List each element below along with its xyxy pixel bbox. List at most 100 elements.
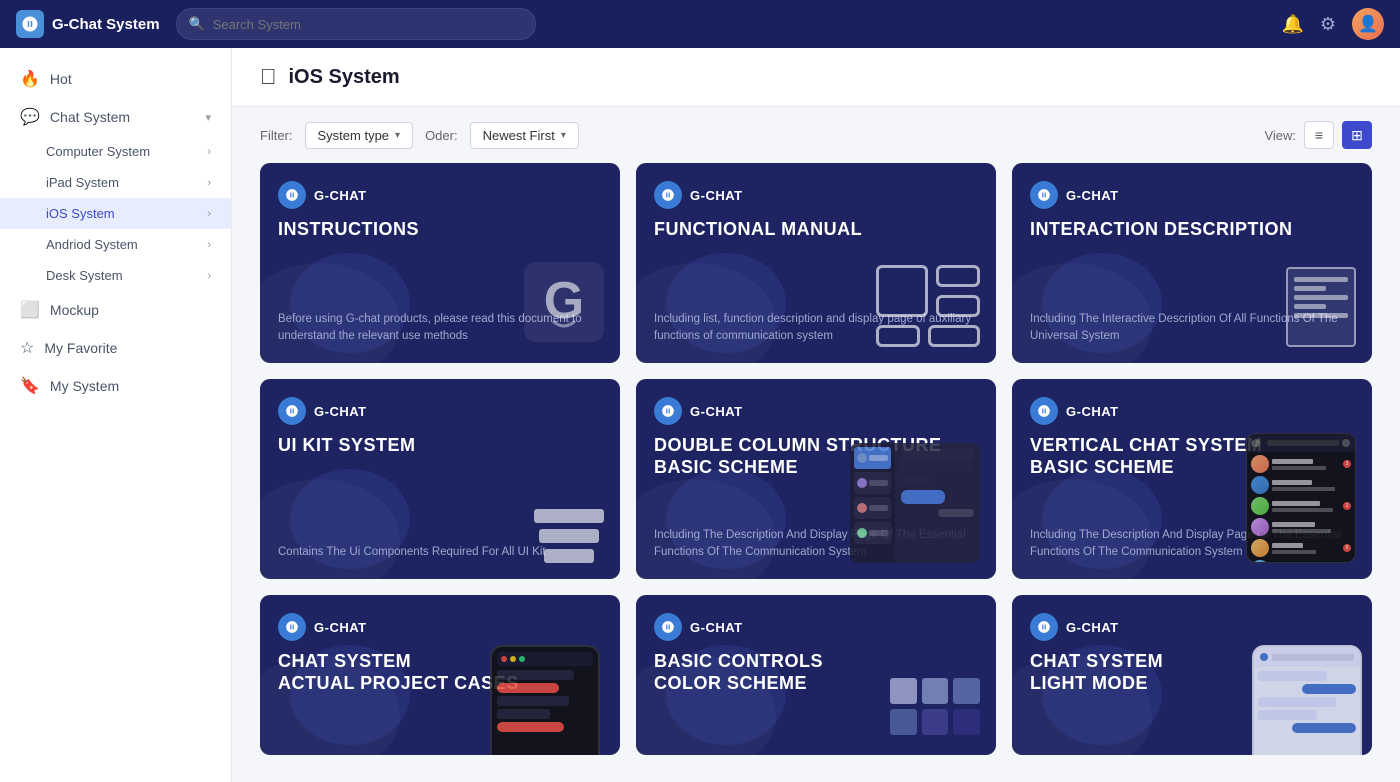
sidebar-item-my-system[interactable]: 🔖 My System: [0, 367, 231, 405]
chevron-right-icon-5: ›: [207, 270, 211, 282]
brand-icon-ui-kit: [278, 397, 306, 425]
main-content:  iOS System Filter: System type ▾ Oder:…: [232, 48, 1400, 782]
card-title-interaction: INTERACTION DESCRIPTION: [1030, 219, 1354, 241]
card-brand-double-col: G-CHAT: [654, 397, 978, 425]
brand-icon-vertical-chat: [1030, 397, 1058, 425]
card-brand-interaction: G-CHAT: [1030, 181, 1354, 209]
list-view-icon: ≡: [1315, 127, 1323, 143]
card-visual-chat-actual: [490, 645, 610, 755]
main-layout: 🔥 Hot 💬 Chat System ▾ Computer System › …: [0, 48, 1400, 782]
brand-icon-basic-controls: [654, 613, 682, 641]
favorite-icon: ☆: [20, 338, 34, 358]
card-chat-actual[interactable]: G-CHAT CHAT SYSTEM ACTUAL PROJECT CASES: [260, 595, 620, 755]
card-chat-light[interactable]: G-CHAT CHAT SYSTEM LIGHT MODE: [1012, 595, 1372, 755]
card-title-instructions: INSTRUCTIONS: [278, 219, 602, 241]
page-header:  iOS System: [232, 48, 1400, 107]
page-title: iOS System: [289, 66, 400, 89]
card-visual-chat-light: [1252, 645, 1372, 755]
card-brand-name-basic-controls: G-CHAT: [690, 620, 743, 635]
chevron-right-icon-4: ›: [207, 239, 211, 251]
chat-system-submenu: Computer System › iPad System › iOS Syst…: [0, 136, 231, 291]
grid-view-button[interactable]: ⊞: [1342, 121, 1372, 149]
mockup-icon: ⬜: [20, 300, 40, 320]
order-label: Oder:: [425, 128, 458, 143]
sidebar-item-mockup-label: Mockup: [50, 302, 99, 318]
card-brand-name-interaction: G-CHAT: [1066, 188, 1119, 203]
sidebar-item-mockup[interactable]: ⬜ Mockup: [0, 291, 231, 329]
brand-name: G-Chat System: [52, 16, 160, 33]
brand-icon-instructions: [278, 181, 306, 209]
dropdown-arrow-icon-2: ▾: [561, 130, 566, 141]
view-label: View:: [1264, 128, 1296, 143]
sidebar-item-ios-system[interactable]: iOS System ›: [0, 198, 231, 229]
card-visual-basic-controls: [890, 678, 980, 735]
top-navigation: G-Chat System 🔍 🔔 ⚙ 👤: [0, 0, 1400, 48]
card-brand-name-vertical-chat: G-CHAT: [1066, 404, 1119, 419]
cards-grid: G-CHAT INSTRUCTIONS Before using G-chat …: [232, 163, 1400, 779]
search-bar[interactable]: 🔍: [176, 8, 536, 40]
card-brand-chat-actual: G-CHAT: [278, 613, 602, 641]
card-visual-interaction: [1286, 267, 1356, 347]
sidebar-item-desk-system-label: Desk System: [46, 268, 123, 283]
nav-right-controls: 🔔 ⚙ 👤: [1281, 8, 1384, 40]
brand-icon-chat-light: [1030, 613, 1058, 641]
sidebar-item-andriod-system[interactable]: Andriod System ›: [0, 229, 231, 260]
chevron-right-icon-2: ›: [207, 177, 211, 189]
user-avatar[interactable]: 👤: [1352, 8, 1384, 40]
sidebar-item-desk-system[interactable]: Desk System ›: [0, 260, 231, 291]
brand-icon: [16, 10, 44, 38]
search-input[interactable]: [213, 17, 523, 32]
sidebar-item-my-favorite[interactable]: ☆ My Favorite: [0, 329, 231, 367]
view-controls: View: ≡ ⊞: [1264, 121, 1372, 149]
sidebar: 🔥 Hot 💬 Chat System ▾ Computer System › …: [0, 48, 232, 782]
chevron-down-icon: ▾: [205, 111, 211, 124]
card-brand-name-double-col: G-CHAT: [690, 404, 743, 419]
card-visual-instructions: G: [524, 262, 604, 347]
apple-icon: : [260, 64, 277, 90]
card-brand-name-functional: G-CHAT: [690, 188, 743, 203]
sidebar-item-computer-system-label: Computer System: [46, 144, 150, 159]
sidebar-item-chat-system-label: Chat System: [50, 109, 130, 125]
sidebar-item-hot[interactable]: 🔥 Hot: [0, 60, 231, 98]
chevron-right-icon: ›: [207, 146, 211, 158]
card-vertical-chat[interactable]: G-CHAT VERTICAL CHAT SYSTEM BASIC SCHEME…: [1012, 379, 1372, 579]
sidebar-item-my-favorite-label: My Favorite: [44, 340, 117, 356]
card-double-column[interactable]: G-CHAT DOUBLE COLUMN STRUCTURE BASIC SCH…: [636, 379, 996, 579]
filter-label: Filter:: [260, 128, 293, 143]
card-functional-manual[interactable]: G-CHAT FUNCTIONAL MANUAL Including list,…: [636, 163, 996, 363]
card-interaction-description[interactable]: G-CHAT INTERACTION DESCRIPTION Including…: [1012, 163, 1372, 363]
filter-type-button[interactable]: System type ▾: [305, 122, 414, 149]
settings-icon[interactable]: ⚙: [1320, 14, 1336, 35]
card-brand-basic-controls: G-CHAT: [654, 613, 978, 641]
card-basic-controls[interactable]: G-CHAT BASIC CONTROLS COLOR SCHEME: [636, 595, 996, 755]
card-brand-name-instructions: G-CHAT: [314, 188, 367, 203]
sidebar-item-computer-system[interactable]: Computer System ›: [0, 136, 231, 167]
sidebar-item-ipad-system[interactable]: iPad System ›: [0, 167, 231, 198]
card-brand-chat-light: G-CHAT: [1030, 613, 1354, 641]
grid-view-icon: ⊞: [1351, 127, 1363, 144]
card-visual-functional: [876, 265, 980, 347]
card-visual-vertical-chat: 3 1: [1246, 433, 1356, 563]
card-title-functional: FUNCTIONAL MANUAL: [654, 219, 978, 241]
brand-icon-chat-actual: [278, 613, 306, 641]
notification-icon[interactable]: 🔔: [1281, 14, 1303, 35]
brand-logo[interactable]: G-Chat System: [16, 10, 160, 38]
card-brand-ui-kit: G-CHAT: [278, 397, 602, 425]
card-brand-name-chat-actual: G-CHAT: [314, 620, 367, 635]
search-icon: 🔍: [189, 16, 205, 32]
sidebar-item-chat-system[interactable]: 💬 Chat System ▾: [0, 98, 231, 136]
chevron-right-icon-3: ›: [207, 208, 211, 220]
card-visual-ui-kit: [534, 509, 604, 563]
card-brand-instructions: G-CHAT: [278, 181, 602, 209]
card-instructions[interactable]: G-CHAT INSTRUCTIONS Before using G-chat …: [260, 163, 620, 363]
card-brand-functional: G-CHAT: [654, 181, 978, 209]
my-system-icon: 🔖: [20, 376, 40, 396]
card-visual-double-col: [850, 443, 980, 563]
sidebar-item-hot-label: Hot: [50, 71, 72, 87]
list-view-button[interactable]: ≡: [1304, 121, 1334, 149]
filter-bar: Filter: System type ▾ Oder: Newest First…: [232, 107, 1400, 163]
card-ui-kit[interactable]: G-CHAT UI KIT SYSTEM Contains The Ui Com…: [260, 379, 620, 579]
svg-text:G: G: [544, 272, 584, 330]
brand-icon-functional: [654, 181, 682, 209]
filter-order-button[interactable]: Newest First ▾: [470, 122, 579, 149]
